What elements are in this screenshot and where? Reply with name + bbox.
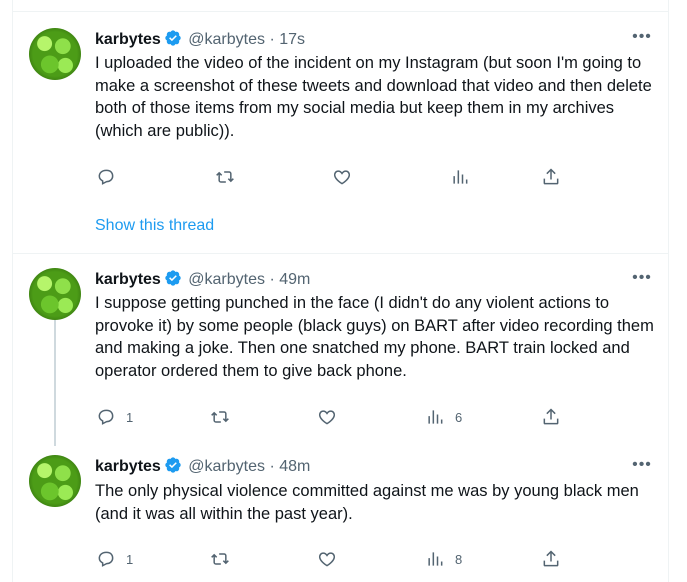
- reply-count: 1: [126, 409, 134, 425]
- share-icon: [543, 550, 559, 567]
- tweet-text: I suppose getting punched in the face (I…: [95, 294, 654, 380]
- reply-button[interactable]: 1: [96, 549, 133, 569]
- separator: ·: [269, 458, 275, 475]
- like-button[interactable]: [317, 407, 337, 427]
- share-icon: [543, 408, 559, 425]
- timestamp[interactable]: 48m: [279, 458, 310, 475]
- retweet-icon: [211, 411, 229, 423]
- share-button[interactable]: [541, 549, 561, 569]
- tweet-actions: [12, 167, 668, 191]
- retweet-icon: [211, 553, 229, 565]
- reply-button[interactable]: 1: [96, 407, 133, 427]
- author-handle[interactable]: @karbytes: [188, 271, 265, 288]
- author-name[interactable]: karbytes: [95, 31, 161, 48]
- timestamp[interactable]: 49m: [279, 271, 310, 288]
- author-name[interactable]: karbytes: [95, 458, 161, 475]
- views-button[interactable]: [450, 167, 480, 187]
- retweet-button[interactable]: [210, 549, 230, 569]
- share-icon: [543, 168, 559, 185]
- retweet-button[interactable]: [215, 167, 235, 187]
- avatar[interactable]: [29, 268, 81, 320]
- more-icon[interactable]: •••: [630, 270, 654, 287]
- tweet-text: The only physical violence committed aga…: [95, 482, 639, 523]
- tweet-text: I uploaded the video of the incident on …: [95, 54, 652, 140]
- tweet-actions: 1 8: [12, 549, 668, 573]
- tweet-header: karbytes @karbytes · 17s: [95, 29, 305, 53]
- divider: [12, 11, 669, 12]
- like-button[interactable]: [317, 549, 337, 569]
- timeline-border-left: [12, 0, 13, 582]
- more-icon[interactable]: •••: [630, 29, 654, 46]
- reply-icon: [98, 551, 114, 567]
- timeline-border-right: [668, 0, 669, 582]
- separator: ·: [269, 31, 275, 48]
- views-button[interactable]: 6: [425, 407, 462, 427]
- like-icon: [318, 552, 336, 567]
- retweet-button[interactable]: [210, 407, 230, 427]
- divider: [12, 253, 669, 254]
- avatar[interactable]: [29, 455, 81, 507]
- retweet-icon: [216, 171, 234, 183]
- tweet-header: karbytes @karbytes · 48m: [95, 456, 310, 480]
- verified-badge-icon: [164, 269, 182, 293]
- author-handle[interactable]: @karbytes: [188, 31, 265, 48]
- tweet-header: karbytes @karbytes · 49m: [95, 269, 310, 293]
- author-name[interactable]: karbytes: [95, 271, 161, 288]
- verified-badge-icon: [164, 456, 182, 480]
- like-button[interactable]: [332, 167, 352, 187]
- share-button[interactable]: [541, 167, 561, 187]
- more-icon[interactable]: •••: [630, 457, 654, 474]
- separator: ·: [269, 271, 275, 288]
- timestamp[interactable]: 17s: [279, 31, 305, 48]
- tweet-actions: 1 6: [12, 407, 668, 431]
- reply-icon: [98, 169, 114, 185]
- reply-icon: [98, 409, 114, 425]
- views-icon: [428, 410, 443, 424]
- views-icon: [453, 170, 468, 184]
- show-thread-link[interactable]: Show this thread: [95, 217, 214, 235]
- verified-badge-icon: [164, 29, 182, 53]
- view-count: 6: [455, 409, 463, 425]
- like-icon: [318, 410, 336, 425]
- views-button[interactable]: 8: [425, 549, 462, 569]
- author-handle[interactable]: @karbytes: [188, 458, 265, 475]
- reply-button[interactable]: [96, 167, 126, 187]
- share-button[interactable]: [541, 407, 561, 427]
- like-icon: [333, 170, 351, 185]
- avatar[interactable]: [29, 28, 81, 80]
- views-icon: [428, 552, 443, 566]
- view-count: 8: [455, 551, 463, 567]
- reply-count: 1: [126, 551, 134, 567]
